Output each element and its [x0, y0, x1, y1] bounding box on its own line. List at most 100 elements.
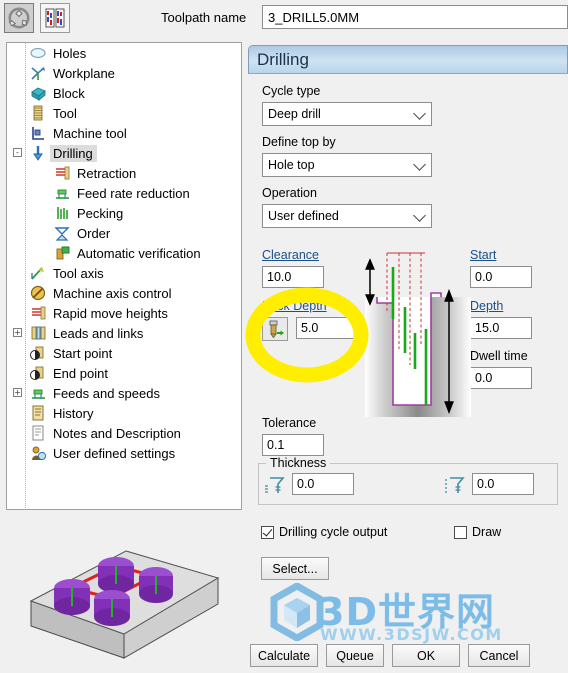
tree-item-label: Leads and links: [53, 325, 144, 341]
tree-item-pecking[interactable]: Pecking: [7, 203, 241, 223]
define-top-by-select[interactable]: Hole top: [262, 153, 432, 177]
calculate-button[interactable]: Calculate: [250, 644, 318, 667]
thickness-caption: Thickness: [266, 456, 331, 470]
cancel-button[interactable]: Cancel: [468, 644, 530, 667]
checkbox-box: [454, 525, 467, 539]
peck-drill-icon: [269, 320, 284, 338]
dialog-button-bar: Calculate Queue OK Cancel: [248, 644, 568, 670]
tree-item-label: Block: [53, 85, 85, 101]
tree-item-label: Pecking: [77, 205, 124, 221]
drilling-cycle-output-checkbox[interactable]: Drilling cycle output: [261, 525, 387, 539]
pecking-icon: [53, 204, 71, 222]
tree-item-holes[interactable]: Holes: [7, 43, 241, 63]
tree-item-machine-tool[interactable]: Machine tool: [7, 123, 241, 143]
machine-axis-icon: [29, 284, 47, 302]
tree-item-label: Holes: [53, 45, 87, 61]
tree-item-drilling[interactable]: - Drilling: [7, 143, 241, 163]
tree-item-label: Notes and Description: [53, 425, 181, 441]
dwell-time-input[interactable]: [470, 367, 532, 389]
tree-item-label: Start point: [53, 345, 113, 361]
collapse-icon[interactable]: -: [13, 148, 22, 157]
block-icon: [29, 84, 47, 102]
tree-item-order[interactable]: Order: [7, 223, 241, 243]
toolpath-name-input[interactable]: [262, 5, 568, 29]
history-icon: [29, 404, 47, 422]
start-point-icon: [29, 344, 47, 362]
rapid-move-icon: [29, 304, 47, 322]
watermark-url: WWW.3DSJW.COM: [320, 625, 503, 644]
tree-item-feeds-and-speeds[interactable]: + Feeds and speeds: [7, 383, 241, 403]
operation-value: User defined: [268, 209, 339, 223]
tree-item-label: Rapid move heights: [53, 305, 168, 321]
user-settings-icon: [29, 444, 47, 462]
tree-item-leads-and-links[interactable]: + Leads and links: [7, 323, 241, 343]
toolpath-preview-icon-button[interactable]: [40, 3, 70, 33]
clearance-input[interactable]: [262, 266, 324, 288]
draw-checkbox[interactable]: Draw: [454, 525, 501, 539]
tree-item-label: Feed rate reduction: [77, 185, 190, 201]
tree-item-retraction[interactable]: Retraction: [7, 163, 241, 183]
tree-item-start-point[interactable]: Start point: [7, 343, 241, 363]
ok-button[interactable]: OK: [392, 644, 460, 667]
machine-tool-icon: [29, 124, 47, 142]
tree-item-tool[interactable]: Tool: [7, 103, 241, 123]
peck-depth-input[interactable]: [296, 317, 358, 339]
tree-item-machine-axis-control[interactable]: Machine axis control: [7, 283, 241, 303]
hole-cylinder: [139, 567, 173, 603]
chevron-down-icon: [413, 209, 426, 222]
diagram-svg: [365, 252, 471, 417]
tree-item-label: Tool: [53, 105, 77, 121]
tool-axis-icon: [29, 264, 47, 282]
toolpath-name-label: Toolpath name: [161, 10, 247, 25]
order-icon: [53, 224, 71, 242]
operation-select[interactable]: User defined: [262, 204, 432, 228]
cycle-type-select[interactable]: Deep drill: [262, 102, 432, 126]
hole-icon: [29, 44, 47, 62]
tree-item-feed-rate-reduction[interactable]: Feed rate reduction: [7, 183, 241, 203]
start-link-label[interactable]: Start: [470, 248, 496, 262]
tree-item-label: History: [53, 405, 94, 421]
tolerance-input[interactable]: [262, 434, 324, 456]
tree-item-label: Workplane: [53, 65, 115, 81]
depth-link-label[interactable]: Depth: [470, 299, 503, 313]
peck-drill-icon-button[interactable]: [262, 317, 288, 341]
tree-item-workplane[interactable]: Workplane: [7, 63, 241, 83]
tree-item-rapid-move-heights[interactable]: Rapid move heights: [7, 303, 241, 323]
radial-thickness-icon: [265, 477, 285, 493]
select-button[interactable]: Select...: [261, 557, 329, 580]
tree-item-end-point[interactable]: End point: [7, 363, 241, 383]
axial-thickness-input[interactable]: [472, 473, 534, 495]
dwell-time-label: Dwell time: [470, 349, 528, 363]
tree-item-notes-and-description[interactable]: Notes and Description: [7, 423, 241, 443]
settings-tree[interactable]: Holes Workplane Block Tool Machine tool - Dril…: [6, 42, 242, 510]
peck-depth-link-label[interactable]: Peck Depth: [262, 299, 327, 313]
tree-item-label: Drilling: [50, 144, 97, 162]
tree-item-block[interactable]: Block: [7, 83, 241, 103]
checkbox-box: [261, 525, 274, 539]
retraction-icon: [53, 164, 71, 182]
tree-item-automatic-verification[interactable]: Automatic verification: [7, 243, 241, 263]
depth-input[interactable]: [470, 317, 532, 339]
draw-label: Draw: [472, 525, 502, 539]
tree-item-tool-axis[interactable]: Tool axis: [7, 263, 241, 283]
tree-item-history[interactable]: History: [7, 403, 241, 423]
expand-icon[interactable]: +: [13, 328, 22, 337]
start-input[interactable]: [470, 266, 532, 288]
leads-links-icon: [29, 324, 47, 342]
axial-thickness-icon: [445, 477, 465, 493]
toolpath-preview-icon: [45, 8, 65, 28]
tree-item-user-defined-settings[interactable]: User defined settings: [7, 443, 241, 463]
recycle-icon-button[interactable]: [4, 3, 34, 33]
clearance-link-label[interactable]: Clearance: [262, 248, 319, 262]
workplane-icon: [29, 64, 47, 82]
radial-thickness-input[interactable]: [292, 473, 354, 495]
tool-icon: [29, 104, 47, 122]
panel-header: Drilling: [248, 45, 568, 74]
page-title: Drilling: [257, 49, 309, 69]
define-top-by-label: Define top by: [262, 135, 336, 149]
drilling-icon: [29, 144, 47, 162]
expand-icon[interactable]: +: [13, 388, 22, 397]
tree-item-label: Machine tool: [53, 125, 127, 141]
queue-button[interactable]: Queue: [326, 644, 384, 667]
tree-item-label: User defined settings: [53, 445, 176, 461]
